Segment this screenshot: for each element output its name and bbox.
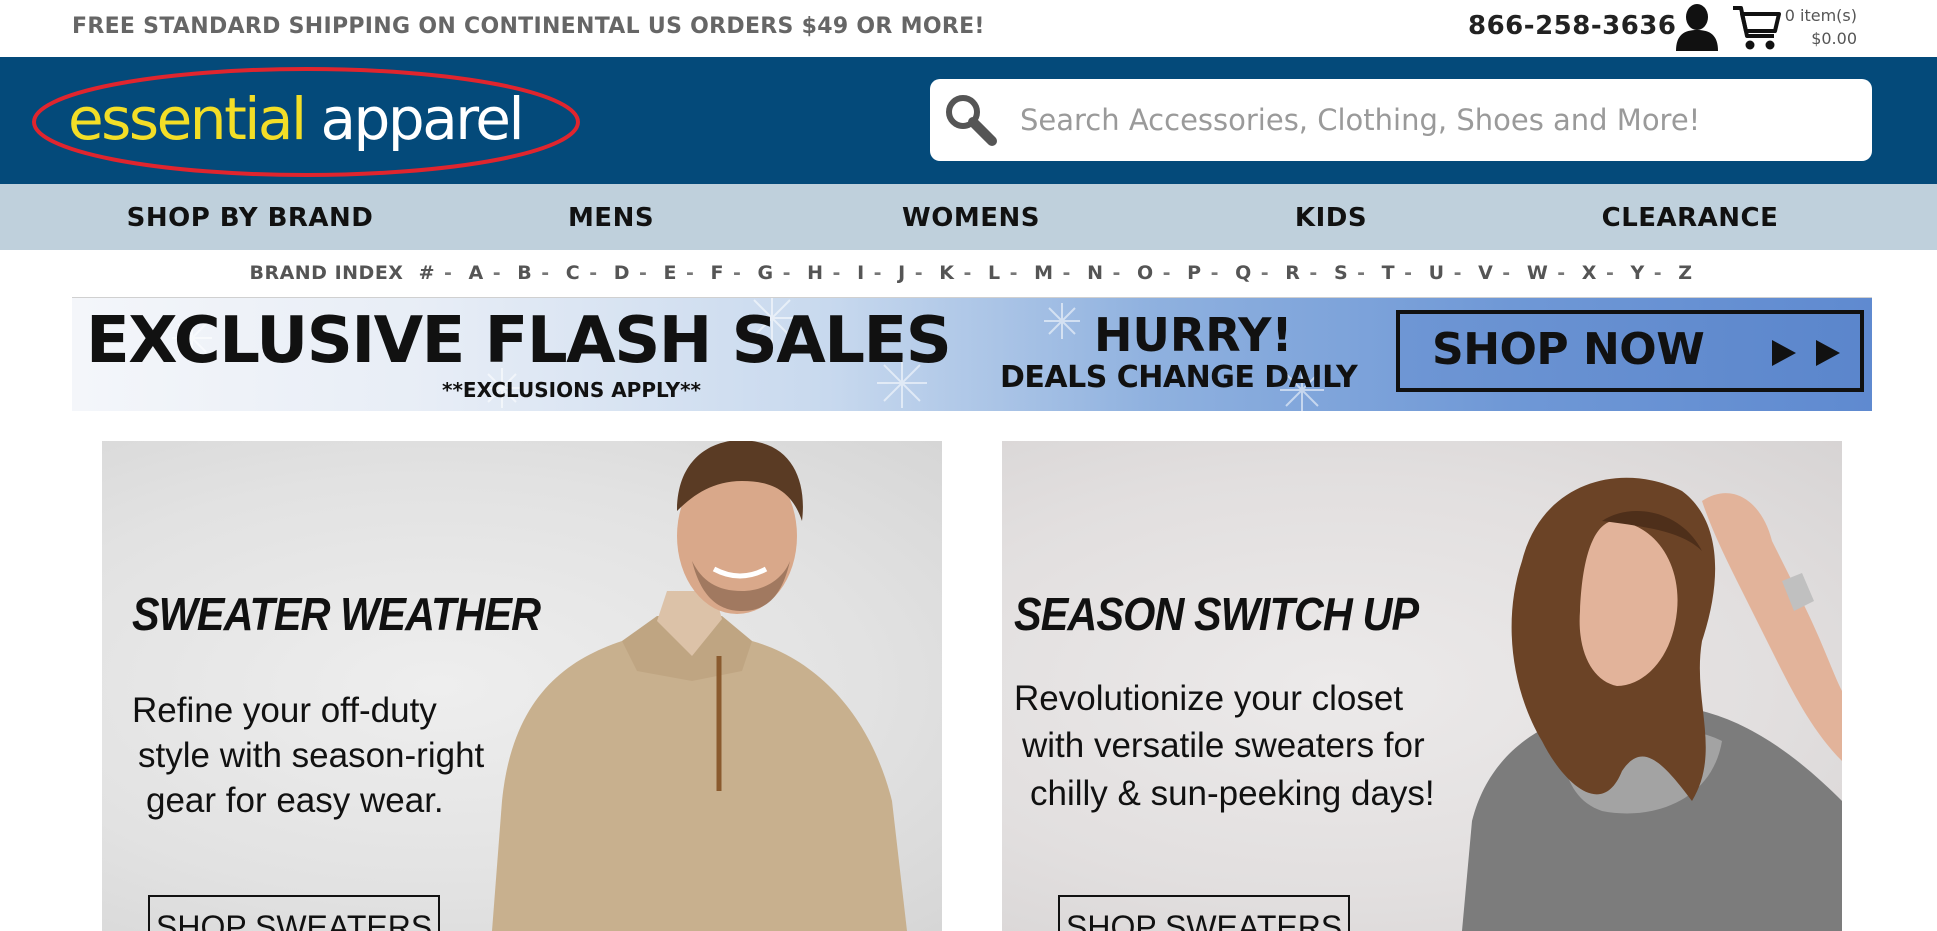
brand-letter-n[interactable]: N xyxy=(1085,262,1105,284)
nav-kids[interactable]: KIDS xyxy=(1295,184,1367,250)
logo-text: essential apparel xyxy=(68,84,525,154)
promo-title: SEASON SWITCH UP xyxy=(1014,588,1419,640)
separator: - xyxy=(873,262,883,284)
brand-letter-m[interactable]: M xyxy=(1032,262,1055,284)
brand-letter-hash[interactable]: # xyxy=(417,262,437,284)
brand-letter-j[interactable]: J xyxy=(896,262,908,284)
brand-letter-t[interactable]: T xyxy=(1380,262,1397,284)
brand-letter-l[interactable]: L xyxy=(986,262,1003,284)
separator: - xyxy=(1404,262,1413,284)
promo-text-line: chilly & sun-peeking days! xyxy=(1030,774,1435,813)
brand-letter-g[interactable]: G xyxy=(756,262,776,284)
nav-shop-by-brand[interactable]: SHOP BY BRAND xyxy=(127,184,374,250)
separator: - xyxy=(1210,262,1219,284)
shop-now-button[interactable]: SHOP NOW xyxy=(1396,310,1864,392)
brand-letter-x[interactable]: X xyxy=(1580,262,1599,284)
brand-letter-d[interactable]: D xyxy=(612,262,632,284)
separator: - xyxy=(1653,262,1663,284)
cart-summary[interactable]: 0 item(s) $0.00 xyxy=(1782,4,1857,50)
separator: - xyxy=(733,262,742,284)
brand-letter-z[interactable]: Z xyxy=(1676,262,1694,284)
search-input[interactable] xyxy=(1020,91,1850,149)
separator: - xyxy=(914,262,924,284)
cart-total: $0.00 xyxy=(1811,29,1857,48)
brand-letter-q[interactable]: Q xyxy=(1233,262,1254,284)
brand-letter-c[interactable]: C xyxy=(564,262,582,284)
search-box xyxy=(930,79,1872,161)
promo-text-line: with versatile sweaters for xyxy=(1022,726,1425,765)
separator: - xyxy=(963,262,972,284)
logo-word-essential: essential xyxy=(68,85,307,153)
brand-letter-v[interactable]: V xyxy=(1476,262,1495,284)
hurry-text: HURRY! xyxy=(1094,308,1293,362)
brand-letter-i[interactable]: I xyxy=(855,262,867,284)
exclusions-note: **EXCLUSIONS APPLY** xyxy=(442,378,702,402)
separator: - xyxy=(1260,262,1270,284)
flash-sales-banner[interactable]: EXCLUSIVE FLASH SALES **EXCLUSIONS APPLY… xyxy=(72,298,1872,411)
site-logo[interactable]: essential apparel xyxy=(30,66,582,179)
user-icon[interactable] xyxy=(1674,3,1720,51)
site-header: essential apparel xyxy=(0,57,1937,184)
double-arrow-icon xyxy=(1772,340,1840,366)
brand-index: BRAND INDEX # - A- B- C- D- E- F- G- H- I… xyxy=(72,262,1872,296)
separator: - xyxy=(1112,262,1121,284)
promo-title: SWEATER WEATHER xyxy=(132,588,541,640)
logo-word-apparel: apparel xyxy=(320,85,525,153)
separator: - xyxy=(639,262,648,284)
man-in-sweater-image xyxy=(492,441,907,931)
search-icon[interactable] xyxy=(942,91,1000,149)
top-utility-bar: FREE STANDARD SHIPPING ON CONTINENTAL US… xyxy=(0,0,1937,57)
brand-letter-r[interactable]: R xyxy=(1283,262,1302,284)
separator: - xyxy=(782,262,792,284)
promo-text-line: style with season-right xyxy=(138,736,485,775)
separator: - xyxy=(492,262,502,284)
promo-tile-season-switch-up[interactable]: SEASON SWITCH UP Revolutionize your clos… xyxy=(1002,441,1842,931)
separator: - xyxy=(686,262,695,284)
shop-sweaters-button[interactable]: SHOP SWEATERS xyxy=(1058,895,1351,931)
brand-letter-u[interactable]: U xyxy=(1427,262,1447,284)
phone-number[interactable]: 866-258-3636 xyxy=(1468,11,1677,41)
brand-letter-w[interactable]: W xyxy=(1525,262,1550,284)
main-navigation: SHOP BY BRAND MENS WOMENS KIDS CLEARANCE xyxy=(0,184,1937,250)
separator: - xyxy=(1009,262,1018,284)
separator: - xyxy=(1557,262,1566,284)
nav-mens[interactable]: MENS xyxy=(568,184,654,250)
shipping-promo-text: FREE STANDARD SHIPPING ON CONTINENTAL US… xyxy=(72,14,985,39)
flash-title: EXCLUSIVE FLASH SALES xyxy=(86,304,952,378)
separator: - xyxy=(1453,262,1462,284)
promo-text-line: Revolutionize your closet xyxy=(1014,679,1404,718)
shop-sweaters-button[interactable]: SHOP SWEATERS xyxy=(148,895,441,931)
nav-womens[interactable]: WOMENS xyxy=(902,184,1040,250)
brand-index-label: BRAND INDEX xyxy=(249,262,404,284)
separator: - xyxy=(1162,262,1172,284)
brand-letter-y[interactable]: Y xyxy=(1628,262,1646,284)
cart-item-count: 0 item(s) xyxy=(1784,6,1857,25)
promo-text-line: Refine your off-duty xyxy=(132,691,437,730)
separator: - xyxy=(541,262,550,284)
separator: - xyxy=(832,262,841,284)
separator: - xyxy=(1502,262,1511,284)
shop-now-label: SHOP NOW xyxy=(1432,324,1705,375)
separator: - xyxy=(1357,262,1366,284)
deals-text: DEALS CHANGE DAILY xyxy=(1000,360,1358,395)
nav-clearance[interactable]: CLEARANCE xyxy=(1602,184,1779,250)
cart-icon[interactable] xyxy=(1732,4,1782,52)
brand-letter-s[interactable]: S xyxy=(1332,262,1350,284)
promo-text-line: gear for easy wear. xyxy=(146,781,444,820)
brand-letter-f[interactable]: F xyxy=(709,262,726,284)
separator: - xyxy=(1309,262,1318,284)
brand-letter-p[interactable]: P xyxy=(1185,262,1203,284)
brand-letter-h[interactable]: H xyxy=(805,262,825,284)
promo-tile-sweater-weather[interactable]: SWEATER WEATHER Refine your off-duty sty… xyxy=(102,441,942,931)
brand-letter-o[interactable]: O xyxy=(1135,262,1156,284)
separator: - xyxy=(1062,262,1071,284)
brand-letter-a[interactable]: A xyxy=(467,262,486,284)
separator: - xyxy=(444,262,453,284)
separator: - xyxy=(1605,262,1615,284)
brand-letter-k[interactable]: K xyxy=(937,262,956,284)
separator: - xyxy=(589,262,598,284)
brand-letter-b[interactable]: B xyxy=(515,262,534,284)
brand-letter-e[interactable]: E xyxy=(662,262,679,284)
